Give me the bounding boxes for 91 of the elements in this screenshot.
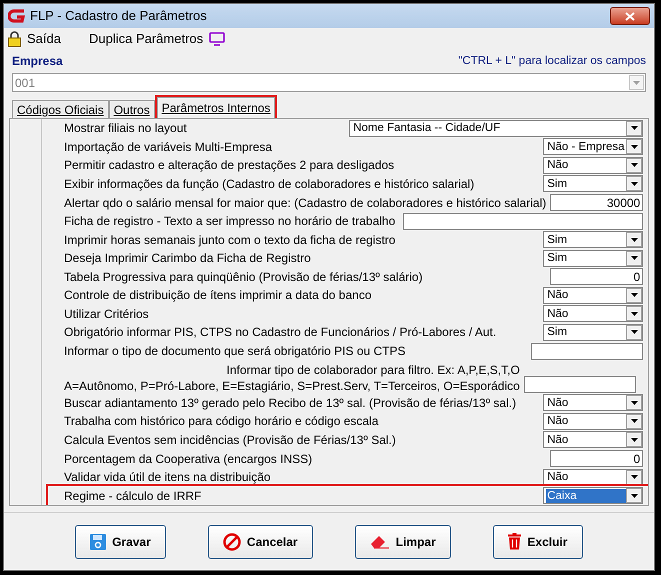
parameter-label: Tabela Progressiva para quinqüênio (Provisão de férias/13º salário) (64, 268, 423, 286)
caret-icon (630, 256, 638, 260)
caret-icon (633, 80, 640, 84)
tab[interactable]: Parâmetros Internos (156, 97, 276, 118)
dropdown-arrow-button[interactable] (626, 470, 642, 485)
parameter-label: Exibir informações da função (Cadastro de colaboradores e histórico salarial) (64, 176, 474, 193)
action-button[interactable]: Cancelar (208, 524, 313, 558)
dropdown-field[interactable]: Sim (543, 231, 644, 248)
dropdown-field[interactable]: Não (543, 305, 644, 322)
close-button[interactable] (610, 7, 650, 25)
number-field[interactable]: 0 (550, 268, 644, 286)
caret-icon (630, 419, 638, 424)
caret-icon (630, 475, 638, 480)
dropdown-arrow-button[interactable] (626, 250, 642, 266)
input-field[interactable] (524, 376, 636, 393)
action-button[interactable]: Limpar (354, 524, 451, 558)
parameter-label: Utilizar Critérios (64, 306, 149, 323)
parameter-label: Obrigatório informar PIS, CTPS no Cadastro de Funcionários / Pró-Labores / Aut. (64, 324, 496, 342)
toolbar-button[interactable]: Duplica Parâmetros (88, 29, 226, 49)
close-icon (625, 12, 635, 20)
caret-icon (630, 293, 638, 298)
parameter-label: Porcentagem da Cooperativa (encargos INSS) (64, 450, 312, 468)
window-title: FLP - Cadastro de Parâmetros (30, 7, 208, 26)
parameter-label: Informar o tipo de documento que será obrigatório PIS ou CTPS (64, 343, 406, 360)
caret-icon (630, 494, 638, 498)
caret-icon (630, 238, 638, 242)
shortcut-hint: "CTRL + L" para localizar os campos (458, 54, 646, 69)
parameter-label: Ficha de registro - Texto a ser impresso no horário de trabalho (64, 213, 396, 230)
trash-can-icon (508, 533, 522, 550)
parameter-label: A=Autônomo, P=Pró-Labore, E=Estagiário, S=Prest.Serv, T=Terceiros, O=Esporádico (64, 378, 520, 394)
input-field[interactable] (531, 342, 644, 360)
parameter-label: Controle de distribuição de ítens imprimir a data do banco (64, 287, 372, 304)
dropdown-arrow-button[interactable] (626, 120, 642, 136)
number-field[interactable]: 0 (550, 450, 644, 467)
tab[interactable]: Códigos Oficiais (12, 100, 109, 118)
dropdown-field[interactable]: Não (543, 431, 644, 448)
parameter-label: Imprimir horas semanais junto com o texto da ficha de registro (64, 232, 396, 249)
app-logo-icon (8, 8, 26, 24)
dropdown-arrow-button[interactable] (626, 158, 642, 173)
dropdown-field[interactable]: Não (543, 412, 644, 430)
dropdown-field[interactable]: Sim (543, 250, 644, 267)
dropdown-field[interactable]: Não (543, 468, 644, 486)
tab[interactable]: Outros (108, 100, 155, 118)
action-button[interactable]: Excluir (492, 524, 583, 558)
caret-icon (630, 163, 638, 168)
dropdown-field[interactable]: Sim (543, 324, 644, 341)
parameter-label: Mostrar filiais no layout (64, 120, 187, 138)
dropdown-arrow-button[interactable] (626, 232, 642, 248)
parameter-label: Validar vida útil de itens na distribuição (64, 469, 271, 486)
parameter-label: Trabalha com histórico para código horário e código escala (64, 413, 378, 430)
caret-icon (630, 144, 638, 149)
dropdown-arrow-button[interactable] (626, 324, 642, 340)
dropdown-field[interactable]: Não (543, 286, 644, 304)
caret-icon (630, 330, 638, 334)
parameter-label: Deseja Imprimir Carimbo da Ficha de Registro (64, 250, 311, 268)
dropdown-arrow-button[interactable] (626, 395, 642, 410)
caret-icon (630, 312, 638, 316)
company-label: Empresa (12, 53, 63, 70)
dropdown-arrow-button[interactable] (626, 306, 642, 322)
caret-icon (630, 400, 638, 405)
dropdown-arrow-button[interactable] (626, 288, 642, 303)
dropdown-arrow-button[interactable] (626, 488, 642, 504)
parameter-label: Calcula Eventos sem incidências (Provisão de Férias/13º Sal.) (64, 432, 396, 449)
company-dropdown[interactable]: 001 (12, 73, 646, 92)
input-field[interactable] (403, 212, 644, 230)
caret-icon (630, 182, 638, 186)
number-field[interactable]: 30000 (550, 194, 644, 212)
caret-icon (630, 438, 638, 442)
dropdown-field[interactable]: Não (543, 156, 644, 174)
dropdown-arrow-button[interactable] (626, 139, 642, 154)
dropdown-arrow-button[interactable] (626, 176, 642, 192)
eraser-icon (370, 534, 390, 550)
dropdown-field[interactable]: Sim (543, 175, 644, 192)
monitor-icon (209, 32, 226, 46)
caret-icon (630, 126, 638, 130)
dropdown-field[interactable]: Não - Empresa (543, 138, 644, 156)
parameter-label: Informar tipo de colaborador para filtro. Ex: A,P,E,S,T,O (226, 362, 520, 378)
dropdown-field[interactable]: Nome Fantasia -- Cidade/UF (349, 120, 644, 137)
dropdown-arrow-button[interactable] (626, 414, 642, 429)
parameter-label: Buscar adiantamento 13º gerado pelo Recibo de 13º sal. (Provisão de férias/13º sal.) (64, 394, 516, 412)
parameter-label: Importação de variáveis Multi-Empresa (64, 138, 272, 156)
dropdown-arrow-button[interactable] (626, 432, 642, 448)
dropdown-field[interactable]: Não (543, 394, 644, 412)
dropdown-field[interactable]: Caixa (543, 487, 644, 504)
parameter-label: Alertar qdo o salário mensal for maior que: (Cadastro de colaboradores e histórico salarial) (64, 194, 546, 212)
padlock-icon (8, 31, 21, 47)
toolbar-button[interactable]: Saída (8, 29, 61, 49)
action-button[interactable]: Gravar (75, 524, 166, 558)
parameter-label: Regime - cálculo de IRRF (64, 488, 202, 505)
prohibited-sign-icon (222, 532, 241, 550)
parameter-label: Permitir cadastro e alteração de prestações 2 para desligados (64, 157, 394, 174)
